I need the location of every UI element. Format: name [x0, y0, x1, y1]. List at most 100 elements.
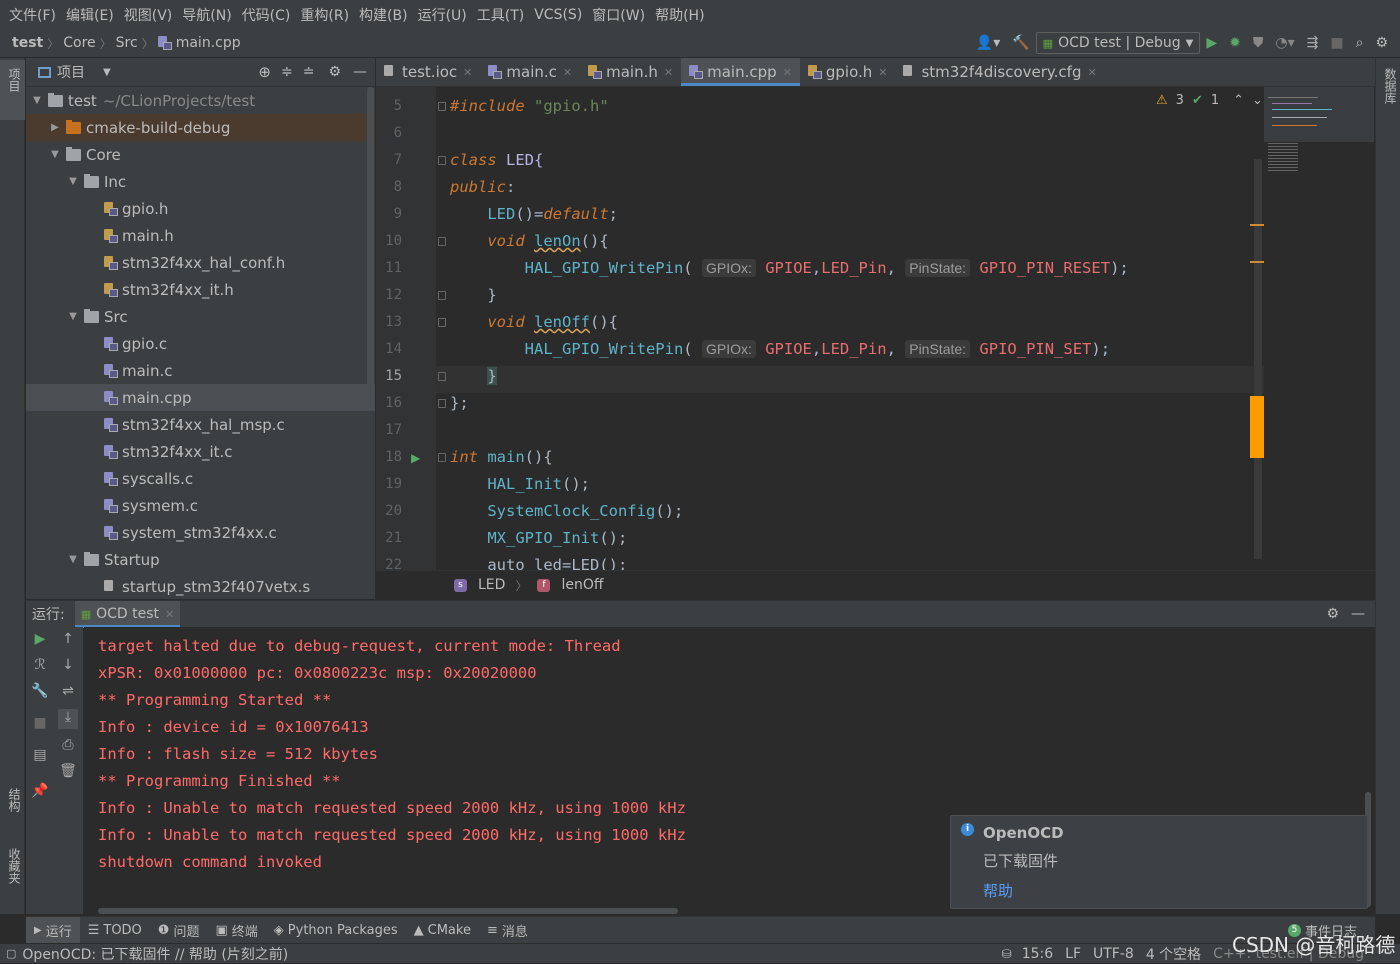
chevron-down-icon[interactable]: ▼ — [103, 67, 111, 78]
code-editor[interactable]: 5 6 7 8 9 10 11 12 13 14 15 16 17 18 19 … — [376, 87, 1375, 570]
fold-marker-icon[interactable] — [438, 372, 446, 381]
next-highlight-icon[interactable]: ⌄ — [1252, 93, 1263, 108]
structure-tool-button[interactable]: 结构 — [6, 788, 23, 812]
scroll-to-end-icon[interactable]: ⤓ — [58, 709, 78, 729]
close-icon[interactable]: ✕ — [664, 66, 673, 79]
tab-main-h[interactable]: main.h ✕ — [580, 58, 681, 86]
caret-position[interactable]: 15:6 — [1022, 946, 1053, 962]
minimap-viewport[interactable] — [1264, 87, 1374, 142]
tree-item-file[interactable]: stm32f4xx_it.h — [26, 276, 375, 303]
menu-refactor[interactable]: 重构(R) — [295, 5, 354, 25]
fold-marker-icon[interactable] — [438, 156, 446, 165]
tree-item-file[interactable]: system_stm32f4xx.c — [26, 519, 375, 546]
expand-all-icon[interactable]: ≑ — [281, 64, 293, 80]
tree-item-file[interactable]: stm32f4xx_hal_conf.h — [26, 249, 375, 276]
menu-help[interactable]: 帮助(H) — [650, 5, 709, 25]
trash-icon[interactable]: 🗑 — [58, 763, 78, 783]
status-message[interactable]: OpenOCD: 已下载固件 // 帮助 (片刻之前) — [22, 944, 288, 964]
tree-item-file[interactable]: startup_stm32f407vetx.s — [26, 573, 375, 599]
collapse-all-icon[interactable]: ≐ — [303, 64, 315, 80]
layout-icon[interactable]: ▤ — [30, 747, 50, 767]
up-arrow-icon[interactable]: ↑ — [58, 631, 78, 651]
breadcrumb-project[interactable]: test — [12, 35, 43, 51]
fold-marker-icon[interactable] — [438, 237, 446, 246]
restore-layout-icon[interactable]: ℛ — [30, 657, 50, 677]
menu-run[interactable]: 运行(U) — [413, 5, 472, 25]
debug-icon[interactable]: ✹ — [1229, 35, 1241, 51]
hide-icon[interactable]: — — [353, 64, 367, 80]
tree-item-startup[interactable]: ▼ Startup — [26, 546, 375, 573]
close-icon[interactable]: ✕ — [563, 66, 572, 79]
stop-icon[interactable]: ■ — [30, 715, 50, 735]
menu-navigate[interactable]: 导航(N) — [177, 5, 236, 25]
coverage-icon[interactable]: ⛊ — [1253, 35, 1264, 51]
notification-help-link[interactable]: 帮助 — [983, 880, 1013, 901]
tab-main-cpp[interactable]: main.cpp ✕ — [681, 58, 800, 86]
crumb-class[interactable]: LED — [478, 577, 505, 593]
attach-icon[interactable]: ⇶ — [1307, 35, 1319, 51]
database-tool-button[interactable]: 数据库 — [1382, 68, 1399, 104]
tool-tab-messages[interactable]: ≡ 消息 — [479, 921, 536, 940]
menu-code[interactable]: 代码(C) — [237, 5, 296, 25]
tree-item-src[interactable]: ▼ Src — [26, 303, 375, 330]
rerun-icon[interactable]: ▶ — [30, 631, 50, 651]
tool-window-toggle-icon[interactable]: ▢ — [6, 947, 16, 960]
crumb-function[interactable]: lenOff — [561, 577, 603, 593]
tool-tab-python-packages[interactable]: ◈ Python Packages — [266, 923, 406, 938]
line-separator[interactable]: LF — [1065, 946, 1081, 962]
tree-item-file[interactable]: sysmem.c — [26, 492, 375, 519]
tool-tab-run[interactable]: ▶ 运行 — [26, 916, 80, 944]
menu-tools[interactable]: 工具(T) — [472, 5, 529, 25]
connection-icon[interactable]: ⛁ — [1002, 947, 1012, 961]
tree-item-inc[interactable]: ▼ Inc — [26, 168, 375, 195]
tree-item-file[interactable]: stm32f4xx_it.c — [26, 438, 375, 465]
down-arrow-icon[interactable]: ↓ — [58, 657, 78, 677]
project-panel-title[interactable]: 项目 — [57, 62, 85, 82]
hide-icon[interactable]: — — [1351, 606, 1365, 622]
indent-setting[interactable]: 4 个空格 — [1146, 944, 1201, 964]
previous-highlight-icon[interactable]: ⌃ — [1233, 93, 1244, 108]
inspection-widget[interactable]: ⚠ 3 ✔ 1 ⌃ ⌄ — [1156, 93, 1263, 108]
close-icon[interactable]: ✕ — [1087, 66, 1096, 79]
tree-item-file[interactable]: gpio.c — [26, 330, 375, 357]
run-configuration-select[interactable]: ▦ OCD test | Debug ▼ — [1035, 32, 1201, 54]
tab-test-ioc[interactable]: test.ioc ✕ — [376, 58, 480, 86]
gear-icon[interactable]: ⚙ — [1326, 606, 1339, 622]
tab-cfg[interactable]: stm32f4discovery.cfg ✕ — [895, 58, 1104, 86]
warning-stripe[interactable] — [1250, 261, 1264, 263]
locate-icon[interactable]: ⊕ — [258, 63, 271, 81]
menu-window[interactable]: 窗口(W) — [587, 5, 650, 25]
tree-item-file-selected[interactable]: main.cpp — [26, 384, 375, 411]
editor-scrollbar[interactable] — [1254, 159, 1262, 559]
breadcrumb-core[interactable]: Core — [63, 35, 95, 51]
settings-gear-icon[interactable]: ⚙ — [1375, 35, 1388, 51]
tree-item-core[interactable]: ▼ Core — [26, 141, 375, 168]
tree-item-cmake-build[interactable]: ▶ cmake-build-debug — [26, 114, 375, 141]
breadcrumb-file[interactable]: main.cpp — [176, 35, 241, 51]
fold-marker-icon[interactable] — [438, 453, 446, 462]
tool-tab-cmake[interactable]: ▲ CMake — [406, 923, 479, 938]
profile-icon[interactable]: ◔▾ — [1275, 35, 1294, 51]
tree-item-file[interactable]: main.c — [26, 357, 375, 384]
run-tab-ocd[interactable]: ▦ OCD test ✕ — [74, 600, 181, 628]
run-gutter-icon[interactable]: ▶ — [411, 451, 420, 465]
tool-tab-terminal[interactable]: ▣ 终端 — [207, 921, 265, 940]
close-icon[interactable]: ✕ — [165, 608, 174, 621]
tab-gpio-h[interactable]: gpio.h ✕ — [800, 58, 896, 86]
soft-wrap-icon[interactable]: ⇌ — [58, 683, 78, 703]
notification-balloon[interactable]: i OpenOCD 已下载固件 帮助 — [950, 815, 1368, 909]
pin-icon[interactable]: 📌 — [30, 783, 50, 803]
scroll-marker[interactable] — [1250, 396, 1264, 458]
run-icon[interactable]: ▶ — [1206, 35, 1217, 51]
tool-tab-problems[interactable]: ❶ 问题 — [150, 921, 208, 940]
gear-icon[interactable]: ⚙ — [328, 64, 341, 80]
tab-main-c[interactable]: main.c ✕ — [480, 58, 580, 86]
favorites-tool-button[interactable]: 收藏夹 — [6, 848, 23, 884]
wrench-icon[interactable]: 🔧 — [30, 683, 50, 703]
console-horizontal-scrollbar[interactable] — [98, 908, 678, 914]
code-minimap[interactable] — [1264, 87, 1374, 570]
print-icon[interactable]: ⎙ — [58, 737, 78, 757]
fold-marker-icon[interactable] — [438, 291, 446, 300]
search-icon[interactable]: ⌕ — [1356, 35, 1364, 51]
warning-stripe[interactable] — [1250, 224, 1264, 226]
